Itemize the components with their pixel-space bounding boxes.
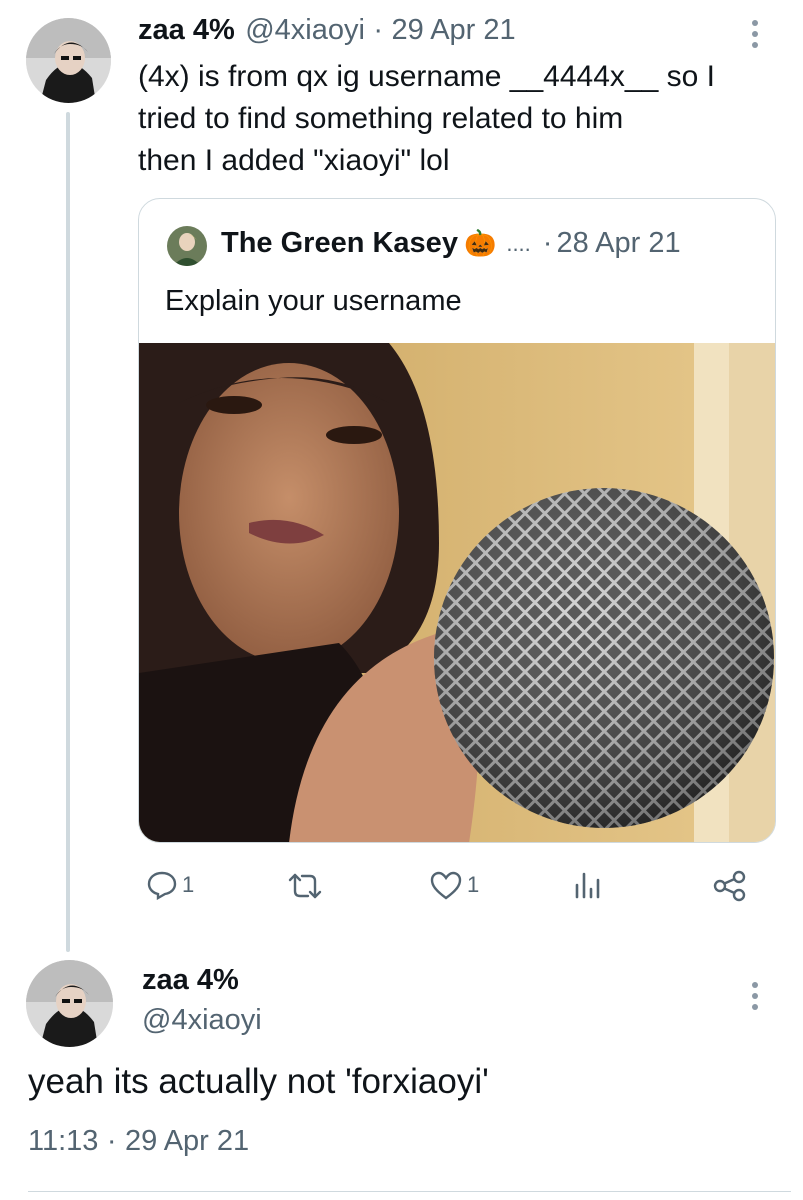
quote-date[interactable]: 28 Apr 21 (556, 227, 680, 260)
retweet-action[interactable] (286, 871, 328, 901)
reply-action[interactable]: 1 (146, 870, 194, 900)
quote-media-image[interactable] (139, 343, 775, 842)
tweet1-line: tried to find something related to him (138, 102, 624, 135)
retweet-icon (288, 873, 322, 899)
quote-display-name[interactable]: The Green Kasey (221, 227, 458, 260)
tweet2-separator: · (106, 1125, 117, 1157)
views-action[interactable] (573, 870, 603, 900)
more-options-icon[interactable] (752, 20, 760, 53)
tweet2-text: yeah its actually not 'forxiaoyi' (28, 1062, 489, 1101)
tweet1-line: then I added "xiaoyi" lol (138, 144, 450, 177)
like-count: 1 (467, 872, 480, 897)
more-options-icon[interactable] (752, 982, 760, 1015)
like-action[interactable]: 1 (429, 870, 479, 900)
analytics-icon (575, 872, 600, 899)
heart-icon (430, 871, 462, 900)
quoted-tweet-card[interactable]: The Green Kasey 🎃 .... · 28 Apr 21 Expla… (138, 198, 776, 843)
reply-count: 1 (182, 872, 195, 897)
tweet1-header: zaa 4% @4xiaoyi · 29 Apr 21 (138, 14, 516, 47)
tweet2-date[interactable]: 29 Apr 21 (125, 1125, 249, 1157)
tweet2-handle[interactable]: @4xiaoyi (142, 1004, 262, 1037)
tweet1-line: (4x) is from qx ig username __4444x__ so… (138, 60, 715, 93)
quote-text: Explain your username (165, 285, 462, 317)
tweet2-time[interactable]: 11:13 (28, 1125, 98, 1157)
quote-separator: · (542, 227, 553, 259)
quote-ellipsis: .... (506, 230, 531, 256)
tweet2-display-name[interactable]: zaa 4% (142, 964, 239, 997)
tweet1-display-name[interactable]: zaa 4% (138, 14, 235, 46)
share-icon (713, 870, 746, 902)
pumpkin-icon: 🎃 (463, 228, 497, 258)
reply-icon (147, 871, 177, 900)
tweet1-handle[interactable]: @4xiaoyi (245, 14, 365, 46)
quote-header: The Green Kasey 🎃 .... · 28 Apr 21 (221, 227, 681, 260)
share-action[interactable] (712, 869, 748, 903)
divider (28, 1191, 791, 1192)
thread-line (66, 112, 70, 952)
tweet1-separator: · (373, 14, 384, 46)
quote-avatar[interactable] (167, 226, 207, 266)
tweet1-text: (4x) is from qx ig username __4444x__ so… (138, 56, 778, 182)
tweet2-avatar[interactable] (26, 960, 113, 1047)
tweet1-date[interactable]: 29 Apr 21 (391, 14, 515, 46)
tweet1-avatar[interactable] (26, 18, 111, 103)
tweet2-timestamp: 11:13 · 29 Apr 21 (28, 1125, 249, 1158)
